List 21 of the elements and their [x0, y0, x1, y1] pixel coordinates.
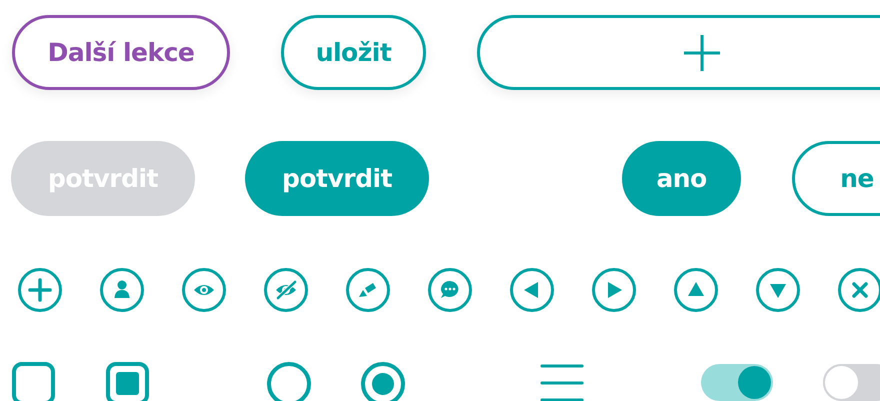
add-button[interactable]	[477, 15, 880, 90]
radio-button[interactable]	[267, 362, 311, 401]
yes-button[interactable]: ano	[622, 141, 741, 216]
eye-slash-icon[interactable]	[264, 268, 308, 312]
next-lesson-button[interactable]: Další lekce	[12, 15, 230, 90]
person-icon[interactable]	[100, 268, 144, 312]
chat-bubble-icon[interactable]	[428, 268, 472, 312]
checkbox[interactable]	[106, 362, 149, 401]
toggle-switch[interactable]	[823, 364, 880, 401]
checkbox[interactable]	[12, 362, 55, 401]
close-icon[interactable]	[838, 268, 880, 312]
plus-icon	[683, 34, 721, 72]
eye-icon[interactable]	[182, 268, 226, 312]
radio-button[interactable]	[361, 362, 405, 401]
toggle-switch[interactable]	[701, 364, 773, 401]
eraser-icon[interactable]	[346, 268, 390, 312]
confirm-button[interactable]: potvrdit	[245, 141, 429, 216]
add-icon[interactable]	[18, 268, 62, 312]
menu-icon[interactable]	[540, 363, 584, 401]
save-button[interactable]: uložit	[281, 15, 426, 90]
no-button[interactable]: ne	[792, 141, 880, 216]
